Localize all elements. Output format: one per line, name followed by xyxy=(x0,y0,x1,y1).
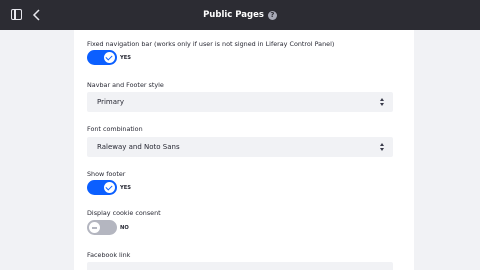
chevron-left-icon[interactable] xyxy=(31,8,43,22)
toggle-check-icon xyxy=(104,182,115,193)
select-caret-icon xyxy=(380,143,385,151)
font-combination-label: Font combination xyxy=(87,125,143,133)
fixed-navbar-toggle[interactable] xyxy=(87,50,117,65)
panel-toggle-icon[interactable] xyxy=(11,9,22,20)
facebook-link-input[interactable] xyxy=(87,262,393,270)
navbar-footer-style-value: Primary xyxy=(97,98,125,106)
page-title-area: Public Pages ? xyxy=(0,0,480,30)
fixed-navbar-label: Fixed navigation bar (works only if user… xyxy=(87,40,335,48)
show-footer-toggle[interactable] xyxy=(87,180,117,195)
settings-form: Fixed navigation bar (works only if user… xyxy=(74,30,414,270)
top-toolbar: Public Pages ? xyxy=(0,0,480,30)
page-title: Public Pages xyxy=(203,10,264,20)
toggle-minus-icon xyxy=(89,222,100,233)
navbar-footer-style-label: Navbar and Footer style xyxy=(87,81,164,89)
select-caret-icon xyxy=(380,98,385,106)
fixed-navbar-state: YES xyxy=(120,55,132,61)
navbar-footer-style-select[interactable]: Primary xyxy=(87,92,393,112)
facebook-link-label: Facebook link xyxy=(87,251,131,259)
font-combination-value: Raleway and Noto Sans xyxy=(97,143,180,151)
cookie-consent-state: NO xyxy=(120,225,129,231)
show-footer-state: YES xyxy=(120,185,132,191)
toggle-check-icon xyxy=(104,52,115,63)
font-combination-select[interactable]: Raleway and Noto Sans xyxy=(87,137,393,157)
cookie-consent-label: Display cookie consent xyxy=(87,209,161,217)
cookie-consent-toggle[interactable] xyxy=(87,220,117,235)
question-circle-icon[interactable]: ? xyxy=(267,10,277,20)
show-footer-label: Show footer xyxy=(87,170,126,178)
